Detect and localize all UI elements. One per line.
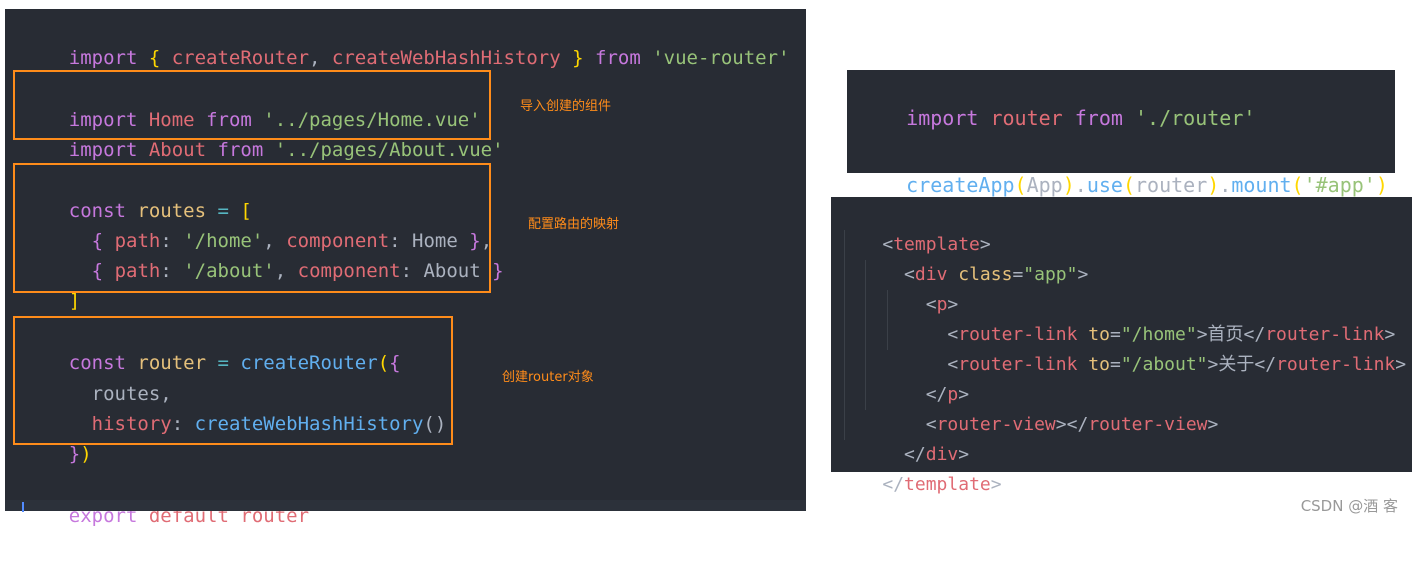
code-line-router-view: <router-view></router-view> — [925, 414, 1219, 435]
imports-annotation: 导入创建的组件 — [520, 99, 612, 114]
code-line-div-open: <div class="app"> — [904, 264, 1089, 285]
code-line-import-vue-router: import { createRouter, createWebHashHist… — [68, 47, 790, 69]
router-annotation: 创建router对象 — [502, 370, 594, 385]
code-line-import-router: import router from './router' — [906, 106, 1256, 130]
code-line-export: export default router — [68, 505, 310, 527]
router-highlight-box — [13, 316, 453, 445]
code-line-template-close: </template> — [882, 474, 1002, 495]
code-line-template-open: <template> — [882, 234, 991, 255]
code-line-create-app: createApp(App).use(router).mount('#app') — [906, 173, 1388, 197]
routes-highlight-box — [13, 163, 491, 293]
current-line-highlight — [5, 500, 806, 511]
code-line-div-close: </div> — [904, 444, 970, 465]
imports-highlight-box — [13, 70, 491, 140]
routes-annotation: 配置路由的映射 — [528, 217, 620, 232]
app-template-editor[interactable]: <template> <div class="app"> <p> <router… — [831, 197, 1412, 495]
code-line-link-about: <router-link to="/about">关于</router-link… — [947, 354, 1407, 375]
csdn-watermark: CSDN @酒 客 — [1300, 497, 1398, 515]
code-line-link-home: <router-link to="/home">首页</router-link> — [947, 324, 1396, 345]
main-file-editor[interactable]: import router from './router' createApp(… — [847, 70, 1395, 197]
code-line-p-open: <p> — [925, 294, 959, 315]
code-line-p-close: </p> — [925, 384, 970, 405]
text-cursor — [22, 502, 24, 512]
